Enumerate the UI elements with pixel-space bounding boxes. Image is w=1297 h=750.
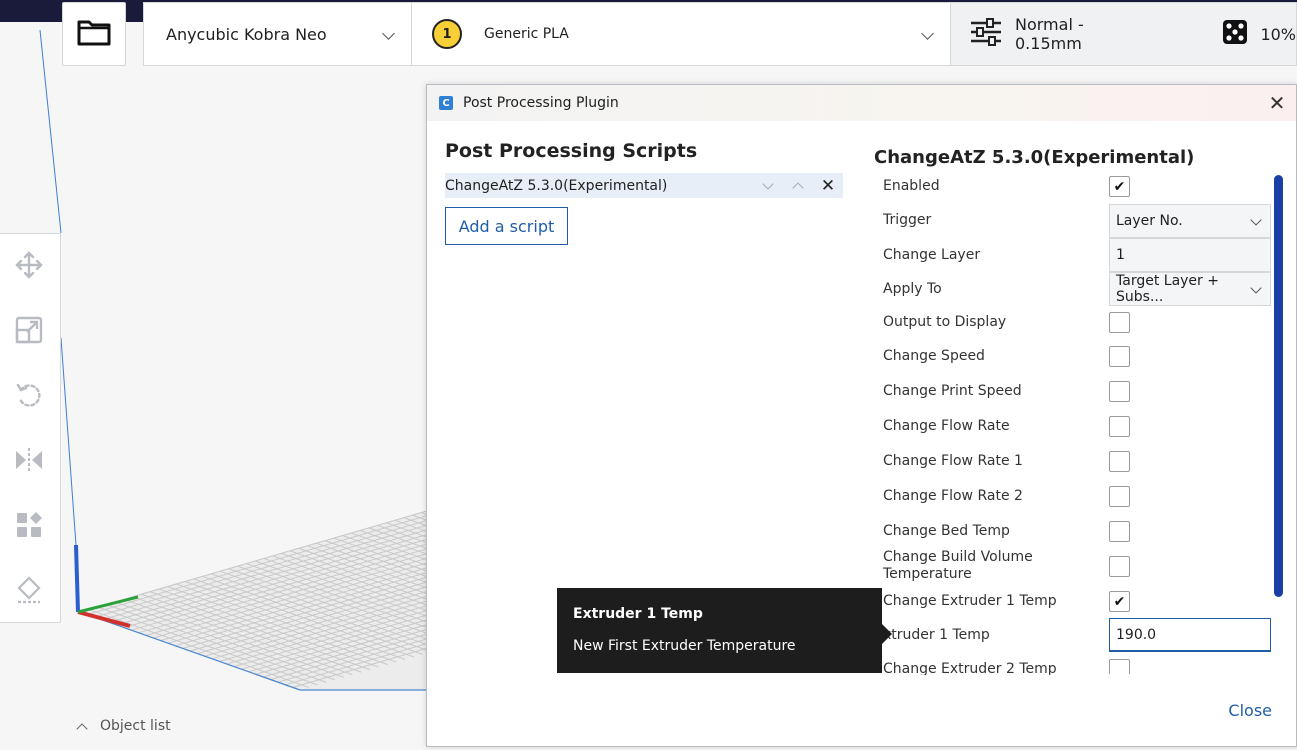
tool-panel <box>0 233 61 623</box>
setting-label-change-flow-rate: Change Flow Rate <box>883 418 1010 434</box>
open-file-button[interactable] <box>62 2 126 66</box>
move-icon <box>15 251 43 283</box>
change-build-volume-temp-checkbox[interactable] <box>1109 556 1130 577</box>
printer-name: Anycubic Kobra Neo <box>166 24 327 44</box>
chevron-down-icon <box>762 177 774 190</box>
infill-value: 10% <box>1260 24 1296 44</box>
trigger-select[interactable]: Layer No. <box>1109 204 1271 238</box>
material-selector[interactable]: 1 Generic PLA <box>411 2 951 66</box>
setting-label-change-extruder-1-temp: Change Extruder 1 Temp <box>883 593 1057 609</box>
setting-label-output-to-display: Output to Display <box>883 314 1007 330</box>
scale-icon <box>15 316 43 348</box>
object-list-toggle[interactable]: Object list <box>76 718 171 735</box>
dialog-title-bar: C Post Processing Plugin ✕ <box>427 85 1296 121</box>
print-settings-selector[interactable]: Normal - 0.15mm 10% <box>950 2 1297 66</box>
change-flow-rate-1-checkbox[interactable] <box>1109 451 1130 472</box>
change-flow-rate-checkbox[interactable] <box>1109 416 1130 437</box>
infill-icon <box>1222 19 1248 49</box>
profile-name: Normal - 0.15mm <box>1015 15 1084 53</box>
move-tool-button[interactable] <box>14 251 44 283</box>
extruder-1-temp-value: 190.0 <box>1116 626 1157 643</box>
setting-label-enabled: Enabled <box>883 178 940 194</box>
add-script-button[interactable]: Add a script <box>445 207 568 245</box>
per-model-settings-icon <box>15 511 43 543</box>
close-icon: ✕ <box>820 175 836 196</box>
list-clip <box>867 675 1287 705</box>
remove-script-button[interactable]: ✕ <box>813 173 843 198</box>
extruder-badge: 1 <box>432 19 462 49</box>
dialog-title: Post Processing Plugin <box>463 95 619 111</box>
setting-label-extruder-1-temp: xtruder 1 Temp <box>883 627 990 643</box>
per-model-settings-button[interactable] <box>14 512 44 542</box>
tooltip-description: New First Extruder Temperature <box>573 638 796 654</box>
trigger-value: Layer No. <box>1116 213 1183 229</box>
tooltip-title: Extruder 1 Temp <box>573 606 703 622</box>
script-list-item[interactable]: ChangeAtZ 5.3.0(Experimental) ✕ <box>445 173 843 198</box>
change-extruder-2-temp-checkbox[interactable] <box>1109 659 1130 674</box>
chevron-up-icon <box>792 181 804 194</box>
apply-to-value: Target Layer + Subs... <box>1116 273 1219 305</box>
setting-label-change-bed-temp: Change Bed Temp <box>883 523 1010 539</box>
setting-label-change-print-speed: Change Print Speed <box>883 383 1022 399</box>
move-up-button[interactable] <box>783 173 813 198</box>
change-bed-temp-checkbox[interactable] <box>1109 521 1130 542</box>
chevron-down-icon <box>921 27 934 40</box>
close-button[interactable]: Close <box>1228 701 1272 720</box>
mirror-tool-button[interactable] <box>14 447 44 477</box>
check-icon: ✔ <box>1113 593 1126 610</box>
chevron-down-icon <box>382 27 395 40</box>
settings-scrollbar[interactable] <box>1274 175 1283 597</box>
setting-label-change-build-volume-temp: Change Build Volume Temperature <box>883 549 1033 582</box>
folder-icon <box>77 18 111 50</box>
move-down-button[interactable] <box>753 173 783 198</box>
support-blocker-button[interactable] <box>14 576 44 608</box>
profile-sliders-icon <box>969 18 1003 50</box>
script-item-label: ChangeAtZ 5.3.0(Experimental) <box>445 177 668 194</box>
setting-label-apply-to: Apply To <box>883 281 942 297</box>
rotate-icon <box>15 381 43 413</box>
chevron-down-icon <box>1250 214 1262 226</box>
tooltip: Extruder 1 Temp New First Extruder Tempe… <box>557 588 892 673</box>
scale-tool-button[interactable] <box>14 316 44 348</box>
material-name: Generic PLA <box>484 26 569 42</box>
output-to-display-checkbox[interactable] <box>1109 312 1130 333</box>
change-flow-rate-2-checkbox[interactable] <box>1109 486 1130 507</box>
check-icon: ✔ <box>1113 178 1126 195</box>
support-blocker-icon <box>15 576 43 608</box>
scripts-heading: Post Processing Scripts <box>445 140 698 162</box>
printer-selector[interactable]: Anycubic Kobra Neo <box>143 2 412 66</box>
chevron-up-icon <box>76 723 88 735</box>
tooltip-arrow <box>882 624 892 644</box>
mirror-icon <box>14 446 44 478</box>
rotate-tool-button[interactable] <box>14 382 44 412</box>
settings-title: ChangeAtZ 5.3.0(Experimental) <box>874 147 1195 168</box>
enabled-checkbox[interactable]: ✔ <box>1109 176 1130 197</box>
change-layer-input[interactable]: 1 <box>1109 238 1271 272</box>
setting-label-change-flow-rate-2: Change Flow Rate 2 <box>883 488 1023 504</box>
change-layer-value: 1 <box>1116 247 1125 263</box>
setting-label-trigger: Trigger <box>883 212 932 228</box>
change-extruder-1-temp-checkbox[interactable]: ✔ <box>1109 591 1130 612</box>
change-print-speed-checkbox[interactable] <box>1109 381 1130 402</box>
setting-label-change-speed: Change Speed <box>883 348 985 364</box>
close-icon[interactable]: ✕ <box>1266 92 1288 114</box>
setting-label-change-flow-rate-1: Change Flow Rate 1 <box>883 453 1023 469</box>
change-speed-checkbox[interactable] <box>1109 346 1130 367</box>
object-list-label: Object list <box>100 718 171 734</box>
setting-label-change-layer: Change Layer <box>883 247 981 263</box>
apply-to-select[interactable]: Target Layer + Subs... <box>1109 272 1271 306</box>
app-icon: C <box>439 96 453 110</box>
extruder-1-temp-input[interactable]: 190.0 <box>1109 618 1271 652</box>
